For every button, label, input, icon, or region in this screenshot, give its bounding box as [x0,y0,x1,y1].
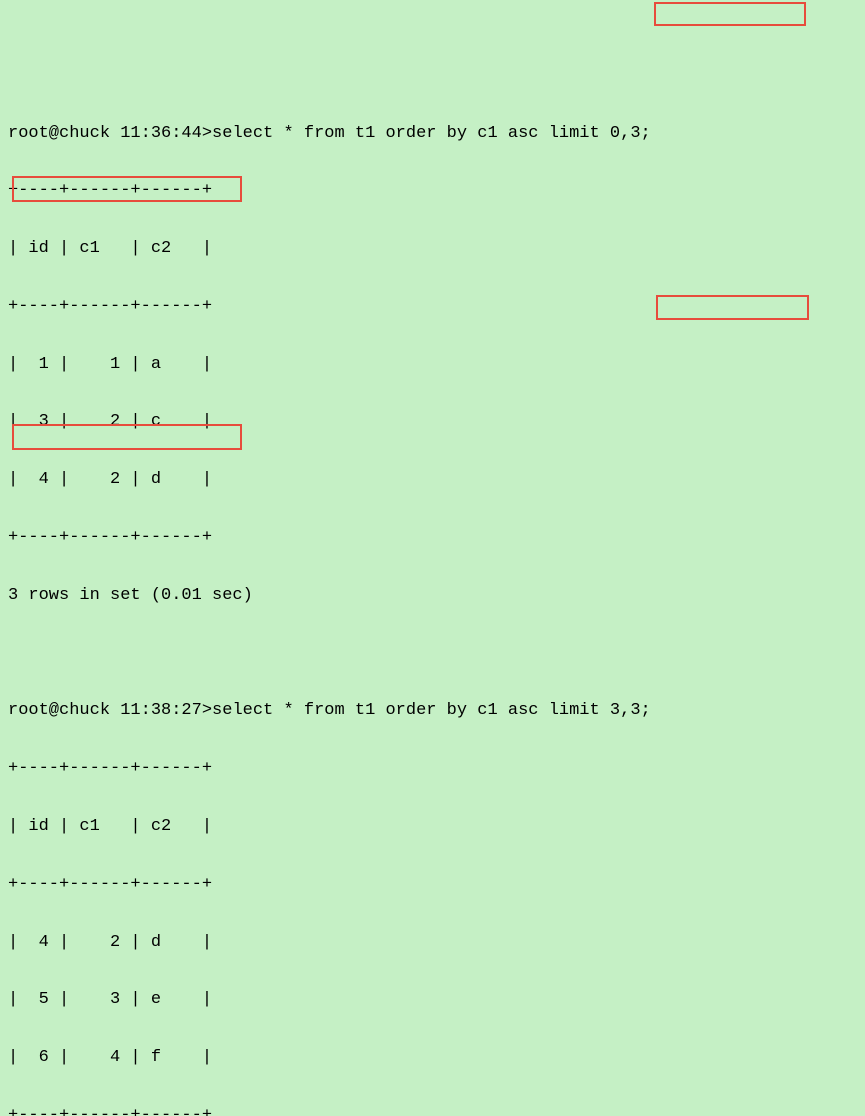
prompt-text: root@chuck 11:38:27> [8,701,212,720]
sql-command-1: select * from t1 order by c1 asc limit 0… [212,124,651,143]
terminal-line-prompt-2: root@chuck 11:38:27>select * from t1 ord… [8,697,857,726]
table-separator: +----+------+------+ [8,1102,857,1116]
highlight-limit-clause-1 [654,2,806,26]
table-row: | 6 | 4 | f | [8,1044,857,1073]
table-header: | id | c1 | c2 | [8,813,857,842]
table-row: | 4 | 2 | d | [8,466,857,495]
table-separator: +----+------+------+ [8,524,857,553]
table-separator: +----+------+------+ [8,293,857,322]
table-separator: +----+------+------+ [8,177,857,206]
table-row: | 1 | 1 | a | [8,351,857,380]
sql-command-2: select * from t1 order by c1 asc limit 3… [212,701,651,720]
result-footer: 3 rows in set (0.01 sec) [8,582,857,611]
table-separator: +----+------+------+ [8,755,857,784]
blank-line [8,640,857,669]
table-separator: +----+------+------+ [8,871,857,900]
table-row: | 3 | 2 | c | [8,408,857,437]
table-header: | id | c1 | c2 | [8,235,857,264]
prompt-text: root@chuck 11:36:44> [8,124,212,143]
terminal-line-prompt-1: root@chuck 11:36:44>select * from t1 ord… [8,120,857,149]
table-row: | 5 | 3 | e | [8,986,857,1015]
table-row: | 4 | 2 | d | [8,929,857,958]
